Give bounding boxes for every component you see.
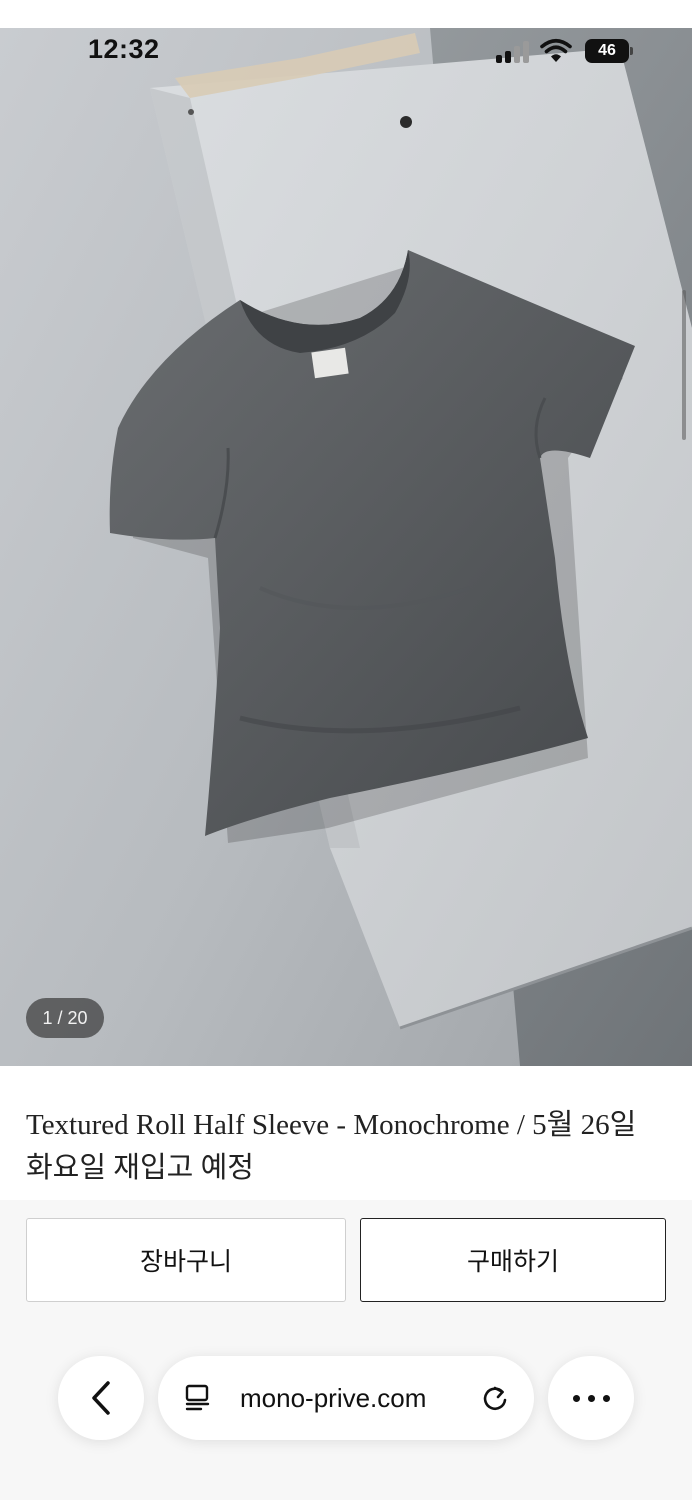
url-text: mono-prive.com bbox=[240, 1383, 427, 1413]
address-bar[interactable]: mono-prive.com bbox=[158, 1356, 534, 1440]
more-options-button[interactable] bbox=[548, 1356, 634, 1440]
product-image[interactable] bbox=[0, 28, 692, 1066]
scroll-indicator[interactable] bbox=[682, 290, 686, 440]
product-photo-illustration bbox=[0, 28, 692, 1066]
buy-now-button[interactable]: 구매하기 bbox=[360, 1218, 666, 1302]
product-title: Textured Roll Half Sleeve - Monochrome /… bbox=[26, 1109, 637, 1184]
status-time: 12:32 bbox=[88, 34, 160, 64]
wifi-icon bbox=[540, 38, 572, 62]
battery-level: 46 bbox=[585, 39, 629, 63]
chevron-left-icon bbox=[92, 1381, 110, 1415]
action-panel: 장바구니 구매하기 bbox=[0, 1200, 692, 1500]
cellular-signal-icon bbox=[496, 41, 532, 63]
more-icon bbox=[569, 1389, 614, 1407]
back-button[interactable] bbox=[58, 1356, 144, 1440]
reload-icon[interactable] bbox=[480, 1383, 510, 1413]
add-to-cart-button[interactable]: 장바구니 bbox=[26, 1218, 346, 1302]
battery-icon: 46 bbox=[585, 39, 633, 63]
reader-icon[interactable] bbox=[184, 1384, 212, 1412]
image-counter: 1 / 20 bbox=[26, 998, 104, 1038]
